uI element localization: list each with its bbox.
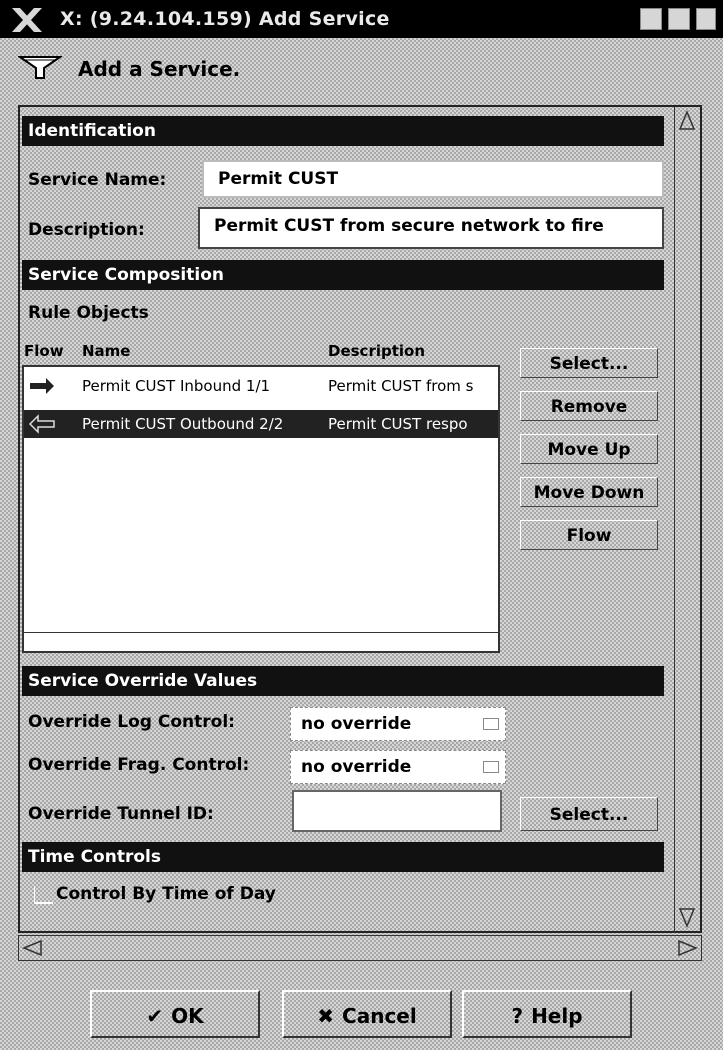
window-title: X: (9.24.104.159) Add Service [60,8,390,30]
control-by-time-checkbox[interactable] [34,886,53,904]
override-frag-label: Override Frag. Control: [28,755,250,775]
override-tunnel-label: Override Tunnel ID: [28,804,214,824]
maximize-button[interactable] [668,8,690,30]
override-log-value: no override [301,714,412,734]
minimize-button[interactable] [640,8,662,30]
outbound-arrow-icon [28,414,55,434]
override-tunnel-field[interactable] [292,790,502,832]
dropdown-indicator-icon [483,761,499,773]
identification-header: Identification [22,116,664,146]
override-frag-value: no override [301,757,412,777]
ok-button[interactable]: ✔ OK [90,990,260,1038]
control-by-time-label[interactable]: Control By Time of Day [56,884,276,904]
help-button[interactable]: ? Help [462,990,632,1038]
checkmark-icon: ✔ [146,1004,164,1028]
override-frag-dropdown[interactable]: no override [290,750,506,784]
scroll-up-icon[interactable] [678,109,696,133]
time-controls-header: Time Controls [22,842,664,872]
x-logo-icon [12,8,42,32]
select-rule-button[interactable]: Select... [520,348,658,378]
remove-button[interactable]: Remove [520,391,658,421]
column-flow[interactable]: Flow [24,342,64,360]
column-description[interactable]: Description [328,342,425,360]
filter-icon [18,56,62,79]
dropdown-indicator-icon [483,718,499,730]
inbound-arrow-icon [30,378,54,394]
list-horizontal-scrollbar[interactable] [22,632,500,653]
ok-label: OK [171,1004,204,1028]
rule-name: Permit CUST Outbound 2/2 [82,415,284,433]
override-log-label: Override Log Control: [28,712,235,732]
service-name-label: Service Name: [28,170,167,190]
description-label: Description: [28,220,145,240]
service-name-field[interactable]: Permit CUST [202,160,664,198]
column-name[interactable]: Name [82,342,130,360]
select-tunnel-button[interactable]: Select... [520,797,658,831]
move-up-button[interactable]: Move Up [520,434,658,464]
flow-button[interactable]: Flow [520,520,658,550]
heading-text: Add a Service. [78,57,241,81]
scroll-down-icon[interactable] [678,905,696,929]
cancel-x-icon: ✖ [317,1004,335,1028]
service-composition-header: Service Composition [22,260,664,290]
rule-description: Permit CUST from s [328,377,474,395]
title-bar: X: (9.24.104.159) Add Service [0,0,723,38]
help-question-icon: ? [511,1004,524,1028]
cancel-button[interactable]: ✖ Cancel [282,990,452,1038]
rule-objects-list[interactable] [22,365,500,653]
cancel-label: Cancel [342,1004,417,1028]
move-down-button[interactable]: Move Down [520,477,658,507]
scroll-right-icon[interactable] [675,938,699,958]
vertical-scrollbar[interactable] [674,107,701,933]
help-label: Help [531,1004,583,1028]
rule-name: Permit CUST Inbound 1/1 [82,377,271,395]
service-override-header: Service Override Values [22,666,664,696]
rule-description: Permit CUST respo [328,415,468,433]
horizontal-scrollbar[interactable] [18,935,702,961]
close-button[interactable] [696,8,716,30]
scroll-left-icon[interactable] [21,938,45,958]
description-field[interactable]: Permit CUST from secure network to fire [198,207,664,249]
override-log-dropdown[interactable]: no override [290,707,506,741]
list-item[interactable]: Permit CUST Outbound 2/2 Permit CUST res… [24,410,498,438]
list-item[interactable]: Permit CUST Inbound 1/1 Permit CUST from… [24,372,498,400]
rule-objects-label: Rule Objects [28,303,149,323]
